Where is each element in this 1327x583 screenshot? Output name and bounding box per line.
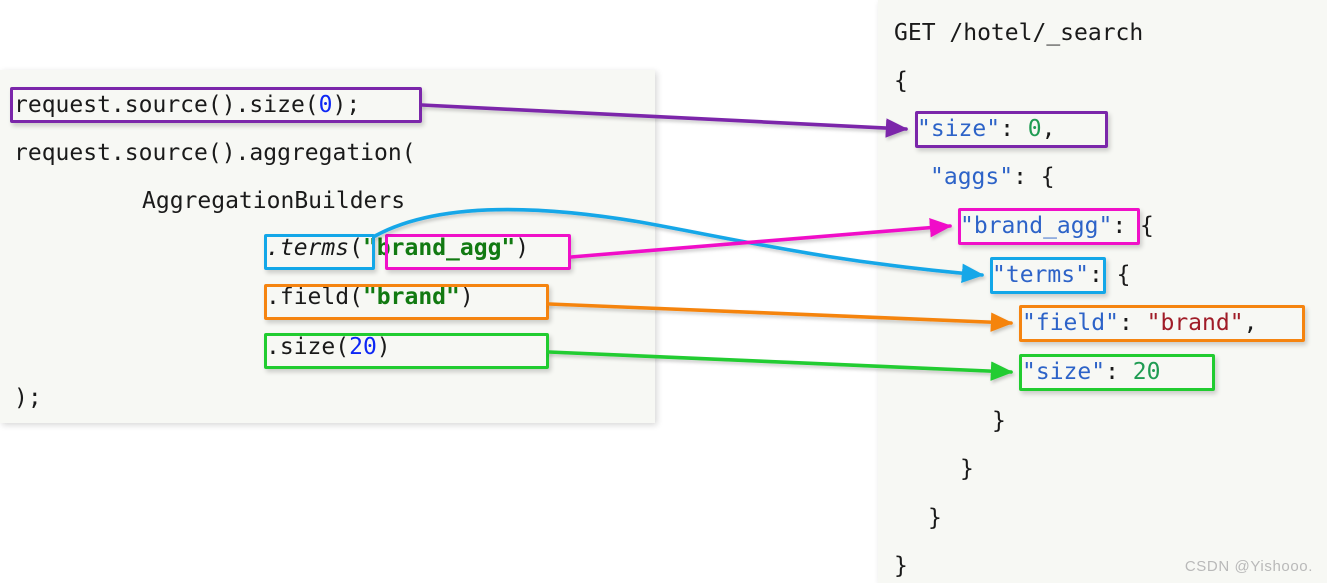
code-text-semicolon: ); bbox=[332, 92, 361, 118]
json-brace-aggs: { bbox=[1040, 164, 1055, 190]
json-key-size-inner: "size" bbox=[1022, 359, 1106, 385]
json-key-field: "field" bbox=[1022, 310, 1119, 336]
json-line-terms: "terms": { bbox=[992, 260, 1131, 290]
json-line-size-20: "size": 20 bbox=[1022, 357, 1161, 387]
json-comma-1: , bbox=[1041, 116, 1056, 142]
code-method-size: .size( bbox=[266, 334, 350, 360]
watermark-text: CSDN @Yishooo. bbox=[1184, 558, 1313, 575]
json-key-brand-agg: "brand_agg" bbox=[960, 213, 1113, 239]
json-value-twenty: 20 bbox=[1132, 359, 1161, 385]
json-value-zero: 0 bbox=[1027, 116, 1042, 142]
code-paren-close-field: ) bbox=[459, 284, 474, 310]
json-colon-2: : bbox=[1013, 164, 1041, 190]
code-line-size-zero: request.source().size(0); bbox=[14, 90, 360, 120]
code-line-aggregation: request.source().aggregation( bbox=[14, 140, 416, 166]
json-colon-5: : bbox=[1118, 310, 1147, 336]
json-close-brace-2: } bbox=[928, 505, 942, 531]
code-paren-close: ) bbox=[515, 235, 530, 261]
json-brace-terms: { bbox=[1116, 262, 1131, 288]
json-key-size: "size" bbox=[917, 116, 1001, 142]
code-paren-open: ( bbox=[349, 235, 363, 261]
json-line-aggs: "aggs": { bbox=[930, 162, 1055, 192]
code-line-aggregation-builders: AggregationBuilders bbox=[142, 188, 406, 214]
code-method-field: .field( bbox=[266, 284, 363, 310]
json-comma-5: , bbox=[1243, 310, 1258, 336]
json-line-field: "field": "brand", bbox=[1022, 308, 1257, 338]
json-brace-brand-agg: { bbox=[1140, 213, 1154, 239]
literal-zero: 0 bbox=[318, 92, 333, 118]
code-line-close: ); bbox=[14, 385, 42, 411]
java-code-panel: request.source().size(0); request.source… bbox=[0, 70, 655, 423]
literal-twenty: 20 bbox=[349, 334, 377, 360]
code-method-terms: .terms bbox=[266, 235, 350, 261]
json-colon-6: : bbox=[1105, 359, 1133, 385]
code-line-terms: .terms("brand_agg") bbox=[266, 233, 529, 263]
json-value-brand: "brand" bbox=[1146, 310, 1244, 336]
json-key-terms: "terms" bbox=[992, 262, 1089, 288]
json-open-brace: { bbox=[894, 68, 908, 94]
code-text-request-size: request.source().size( bbox=[14, 92, 319, 118]
json-line-size-0: "size": 0, bbox=[917, 114, 1056, 144]
json-colon-4: : bbox=[1088, 262, 1117, 288]
json-close-brace-4: } bbox=[992, 408, 1006, 434]
elasticsearch-dsl-panel: GET /hotel/_search { "size": 0, "aggs": … bbox=[878, 0, 1327, 583]
json-colon-1: : bbox=[1000, 116, 1028, 142]
diagram-canvas: request.source().size(0); request.source… bbox=[0, 0, 1327, 583]
literal-brand: "brand" bbox=[362, 284, 460, 310]
json-key-aggs: "aggs" bbox=[930, 164, 1014, 190]
json-line-brand-agg: "brand_agg": { bbox=[960, 211, 1154, 241]
literal-brand-agg: "brand_agg" bbox=[362, 235, 516, 261]
json-close-brace-1: } bbox=[894, 553, 908, 579]
json-close-brace-3: } bbox=[960, 456, 974, 482]
json-colon-3: : bbox=[1112, 213, 1141, 239]
code-line-field: .field("brand") bbox=[266, 282, 474, 312]
code-line-size-twenty: .size(20) bbox=[266, 332, 391, 362]
code-paren-close-size: ) bbox=[376, 334, 391, 360]
request-line: GET /hotel/_search bbox=[894, 20, 1144, 46]
